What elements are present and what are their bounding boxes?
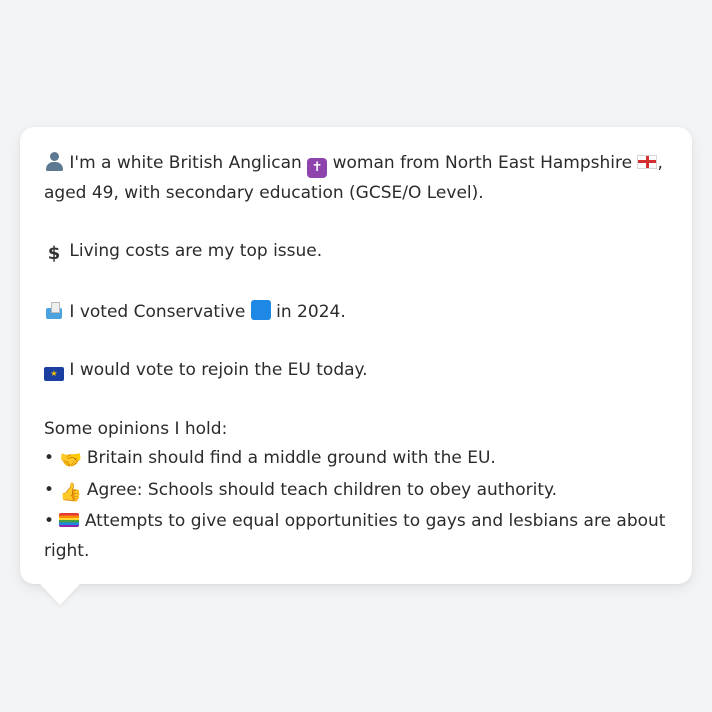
vote-text-2: in 2024. xyxy=(276,301,346,322)
england-flag-icon xyxy=(637,155,658,169)
ballot-box-icon xyxy=(44,300,64,320)
blue-square-icon xyxy=(250,299,271,320)
opinion-text-1: Britain should find a middle ground with… xyxy=(86,448,496,468)
opinions-heading: Some opinions I hold: xyxy=(44,418,228,439)
intro-text-4: aged 49, with secondary education (GCSE/… xyxy=(44,182,484,203)
thumbs-up-icon: 👍 xyxy=(59,481,82,503)
intro-text-3: , xyxy=(657,153,663,173)
rainbow-flag-icon xyxy=(59,513,80,527)
intro-paragraph: I'm a white British Anglican ✝ woman fro… xyxy=(44,149,668,208)
intro-text-1: I'm a white British Anglican xyxy=(69,153,302,173)
persona-speech-bubble: I'm a white British Anglican ✝ woman fro… xyxy=(20,127,692,584)
opinion-text-2: Agree: Schools should teach children to … xyxy=(86,479,558,500)
opinion-item-2: • 👍 Agree: Schools should teach children… xyxy=(44,476,668,508)
vote-paragraph: I voted Conservative in 2024. xyxy=(44,298,668,328)
opinion-item-3: • Attempts to give equal opportunities t… xyxy=(44,507,668,566)
handshake-icon: 🤝 xyxy=(59,450,82,471)
opinion-item-1: • 🤝 Britain should find a middle ground … xyxy=(44,444,668,476)
dollar-sign-icon: $ xyxy=(47,243,61,264)
bullet: • xyxy=(44,479,55,500)
eu-paragraph: ★ I would vote to rejoin the EU today. xyxy=(44,356,668,386)
speech-bubble-tail xyxy=(40,584,80,605)
person-silhouette-icon xyxy=(44,151,64,171)
top-issue-text: Living costs are my top issue. xyxy=(69,241,323,261)
intro-text-2: woman from North East Hampshire xyxy=(332,153,633,173)
eu-stance-text: I would vote to rejoin the EU today. xyxy=(69,360,368,380)
opinion-text-3: Attempts to give equal opportunities to … xyxy=(44,511,666,561)
eu-flag-icon: ★ xyxy=(44,367,64,381)
bullet: • xyxy=(44,511,55,531)
top-issue-paragraph: $ Living costs are my top issue. xyxy=(44,237,668,269)
page: I'm a white British Anglican ✝ woman fro… xyxy=(0,0,712,712)
bullet: • xyxy=(44,448,55,468)
vote-text-1: I voted Conservative xyxy=(69,301,246,322)
latin-cross-icon: ✝ xyxy=(307,158,328,178)
